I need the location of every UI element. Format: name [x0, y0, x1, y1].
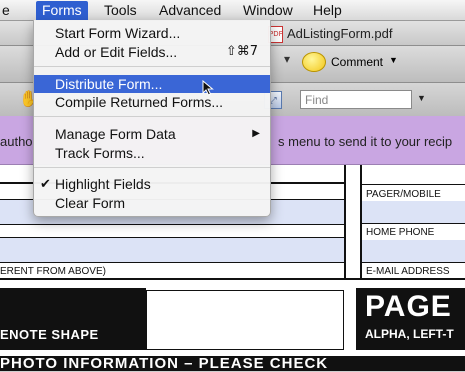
document-title: AdListingForm.pdf: [287, 26, 393, 41]
menu-help[interactable]: Help: [307, 1, 348, 20]
form-rule: [0, 278, 465, 280]
chevron-down-icon[interactable]: ▼: [389, 55, 398, 65]
notes-field[interactable]: [146, 290, 344, 350]
comment-button[interactable]: Comment: [331, 55, 383, 69]
form-label-email: E-MAIL ADDRESS: [366, 266, 450, 277]
menu-bar: e Forms Tools Advanced Window Help: [0, 0, 465, 21]
menu-advanced[interactable]: Advanced: [153, 1, 227, 20]
alpha-subheading: ALPHA, LEFT-T: [365, 327, 454, 341]
menu-item-file-partial[interactable]: e: [0, 1, 16, 20]
page-heading: PAGE: [365, 290, 452, 323]
menu-item-start-form-wizard[interactable]: Start Form Wizard...: [34, 24, 270, 42]
menu-item-highlight-fields[interactable]: ✔ Highlight Fields: [34, 175, 270, 193]
mouse-cursor-icon: [202, 80, 214, 96]
menu-item-manage-form-data[interactable]: Manage Form Data ▶: [34, 125, 270, 143]
menu-item-label: Highlight Fields: [55, 176, 151, 192]
menu-separator: [34, 167, 270, 168]
menu-separator: [34, 66, 270, 67]
form-rule: [362, 223, 465, 224]
menu-item-label: Manage Form Data: [55, 126, 176, 142]
menu-tools[interactable]: Tools: [98, 1, 143, 20]
menu-item-label: Start Form Wizard...: [55, 25, 181, 41]
menu-item-label: Clear Form: [55, 195, 126, 211]
banner-text: s menu to send it to your recip: [278, 134, 453, 149]
menu-item-label: Track Forms...: [55, 145, 145, 161]
menu-item-distribute-form[interactable]: Distribute Form...: [34, 75, 270, 93]
photo-info-heading: PHOTO INFORMATION – PLEASE CHECK: [0, 355, 329, 372]
find-input[interactable]: Find: [300, 90, 412, 109]
menu-separator: [34, 116, 270, 117]
comment-bubble-icon[interactable]: [302, 52, 326, 72]
find-options-chevron-icon[interactable]: ▼: [417, 93, 426, 103]
form-rule: [362, 184, 465, 185]
form-label-different-address: ERENT FROM ABOVE): [0, 266, 106, 277]
notes-shape-label: ENOTE SHAPE: [0, 327, 99, 342]
menu-item-clear-form[interactable]: Clear Form: [34, 194, 270, 212]
pager-field[interactable]: [362, 201, 465, 223]
menu-window[interactable]: Window: [237, 1, 299, 20]
home-phone-field[interactable]: [362, 240, 465, 262]
menu-item-label: Distribute Form...: [55, 76, 163, 92]
menu-item-add-edit-fields[interactable]: Add or Edit Fields... ⇧⌘7: [34, 43, 270, 61]
menu-forms[interactable]: Forms: [36, 1, 88, 20]
forms-menu: Start Form Wizard... Add or Edit Fields.…: [33, 20, 271, 217]
form-field[interactable]: [0, 238, 344, 262]
checkmark-icon: ✔: [40, 176, 51, 191]
form-rule: [362, 262, 465, 263]
form-rule: [0, 224, 344, 225]
menu-item-label: Compile Returned Forms...: [55, 94, 224, 110]
form-label-pager: PAGER/MOBILE: [366, 189, 441, 200]
menu-item-label: Add or Edit Fields...: [55, 44, 178, 60]
form-rule: [0, 237, 344, 238]
form-rule: [344, 165, 346, 280]
form-label-home-phone: HOME PHONE: [366, 227, 435, 238]
submenu-arrow-icon: ▶: [252, 128, 260, 139]
banner-text-left: autho: [0, 134, 33, 149]
toolbar-dropdown-caret-icon[interactable]: ▾: [284, 52, 290, 66]
menu-item-track-forms[interactable]: Track Forms...: [34, 144, 270, 162]
form-rule: [0, 262, 344, 263]
menu-item-compile-returned-forms[interactable]: Compile Returned Forms...: [34, 93, 270, 111]
shortcut-label: ⇧⌘7: [225, 44, 258, 59]
